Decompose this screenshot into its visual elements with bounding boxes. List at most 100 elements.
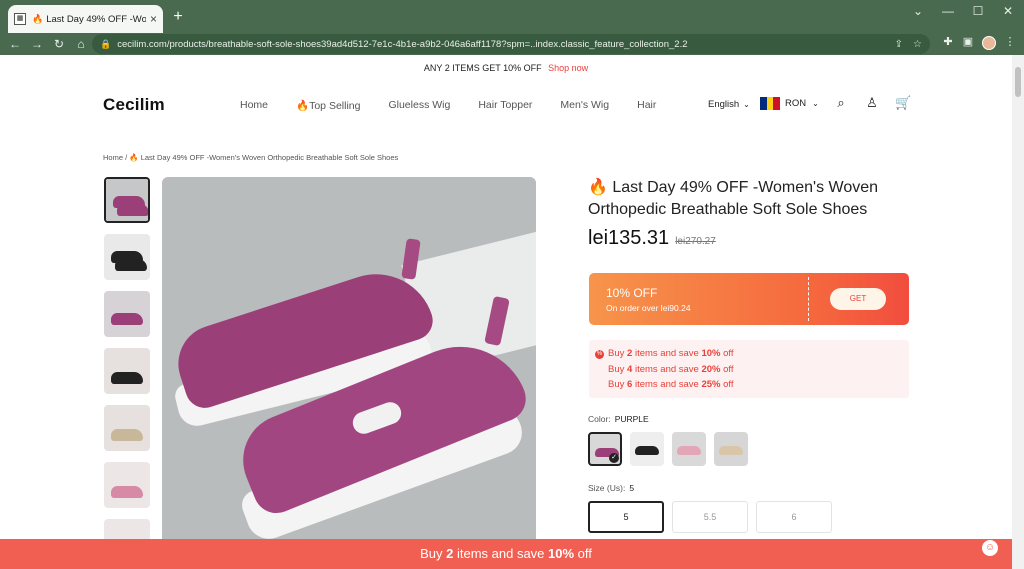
discount-text: items and save xyxy=(632,363,702,375)
banner-text: off xyxy=(574,546,592,561)
main-product-image[interactable] xyxy=(162,177,536,569)
site-favicon-icon: ▦ xyxy=(14,13,26,25)
profile-avatar[interactable] xyxy=(982,36,996,50)
nav-item-mens-wig[interactable]: Men's Wig xyxy=(560,99,609,112)
product-title-text: Last Day 49% OFF -Women's Woven Orthoped… xyxy=(588,179,879,218)
browser-toolbar: ← → ↻ ⌂ 🔒 cecilim.com/products/breathabl… xyxy=(0,33,1024,55)
nav-item-home[interactable]: Home xyxy=(240,99,268,112)
thumbnail-list xyxy=(104,177,150,569)
size-options: 5 5.5 6 xyxy=(588,501,840,533)
announcement-bar: ANY 2 ITEMS GET 10% OFF Shop now xyxy=(0,63,1012,73)
color-swatches: ✓ xyxy=(588,432,756,466)
language-selector[interactable]: English ⌄ xyxy=(708,99,750,110)
discount-badge-icon: % xyxy=(595,350,604,359)
language-label: English xyxy=(708,99,740,110)
site-logo[interactable]: Cecilim xyxy=(103,95,165,115)
web-page: ANY 2 ITEMS GET 10% OFF Shop now Cecilim… xyxy=(0,55,1012,569)
nav-item-hair[interactable]: Hair xyxy=(637,99,656,112)
quantity-discounts: % Buy 2 items and save 10% off Buy 4 item… xyxy=(589,340,909,398)
selected-color: PURPLE xyxy=(614,414,649,424)
scrollbar-thumb[interactable] xyxy=(1015,67,1021,97)
extensions-icon[interactable]: ✚ xyxy=(940,35,956,48)
nav-label: Hair xyxy=(637,99,657,111)
get-coupon-button[interactable]: GET xyxy=(830,288,886,310)
forward-icon[interactable]: → xyxy=(26,37,48,51)
nav-label: Home xyxy=(240,99,269,111)
banner-percent: 10% xyxy=(548,546,575,561)
thumbnail-4[interactable] xyxy=(104,348,150,394)
tab-close-icon[interactable]: × xyxy=(150,12,157,26)
maximize-button[interactable]: ☐ xyxy=(968,4,988,18)
size-option[interactable]: 5.5 xyxy=(672,501,748,533)
nav-item-hair-topper[interactable]: Hair Topper xyxy=(478,99,532,112)
discount-percent: 10% xyxy=(701,348,721,359)
selected-size: 5 xyxy=(629,483,635,493)
size-option[interactable]: 5 xyxy=(588,501,664,533)
new-tab-button[interactable]: + xyxy=(170,8,186,26)
breadcrumb-home[interactable]: Home xyxy=(103,153,123,162)
discount-percent: 20% xyxy=(701,363,721,375)
url-text[interactable]: cecilim.com/products/breathable-soft-sol… xyxy=(117,39,884,50)
bookmark-star-icon[interactable]: ☆ xyxy=(913,39,922,50)
breadcrumb-separator: / xyxy=(125,153,128,162)
thumbnail-2[interactable] xyxy=(104,234,150,280)
size-label-text: Size (Us): xyxy=(588,483,626,493)
size-option[interactable]: 6 xyxy=(756,501,832,533)
discount-text: Buy xyxy=(608,363,628,375)
chevron-down-icon: ⌄ xyxy=(743,100,750,109)
flame-icon: 🔥 xyxy=(32,13,44,24)
discount-text: items and save xyxy=(632,348,702,359)
swatch-beige[interactable] xyxy=(714,432,748,466)
search-icon[interactable]: ⌕ xyxy=(833,95,849,111)
size-option-label: Size (Us): 5 xyxy=(588,483,634,493)
swatch-black[interactable] xyxy=(630,432,664,466)
thumbnail-3[interactable] xyxy=(104,291,150,337)
nav-item-glueless-wig[interactable]: Glueless Wig xyxy=(388,99,450,112)
page-scrollbar[interactable] xyxy=(1012,55,1024,569)
bottom-promo-banner[interactable]: Buy 2 items and save 10% off xyxy=(0,539,1012,569)
discount-text: off xyxy=(720,379,734,390)
close-window-button[interactable]: ✕ xyxy=(998,4,1018,18)
breadcrumb-current: 🔥 Last Day 49% OFF -Women's Woven Orthop… xyxy=(129,153,399,162)
currency-selector[interactable]: RON ⌄ xyxy=(760,97,819,110)
share-icon[interactable]: ⇪ xyxy=(895,39,903,50)
reload-icon[interactable]: ↻ xyxy=(48,37,70,51)
home-icon[interactable]: ⌂ xyxy=(70,37,92,51)
swatch-purple[interactable]: ✓ xyxy=(588,432,622,466)
nav-label: Men's Wig xyxy=(560,99,610,111)
coupon-divider xyxy=(808,277,809,321)
side-panel-icon[interactable]: ▣ xyxy=(960,35,976,48)
minimize-button[interactable]: — xyxy=(938,4,958,18)
breadcrumb: Home / 🔥 Last Day 49% OFF -Women's Woven… xyxy=(103,153,398,162)
thumbnail-1[interactable] xyxy=(104,177,150,223)
tab-title: Last Day 49% OFF -Women's xyxy=(46,13,146,25)
nav-item-top-selling[interactable]: 🔥Top Selling xyxy=(296,99,360,112)
nav-label: Top Selling xyxy=(309,100,361,112)
sale-price: lei135.31 xyxy=(588,227,670,249)
nav-label: Glueless Wig xyxy=(388,99,451,111)
lock-icon: 🔒 xyxy=(100,38,112,49)
announcement-text: ANY 2 ITEMS GET 10% OFF xyxy=(423,63,542,73)
color-label-text: Color: xyxy=(588,414,611,424)
banner-text: items and save xyxy=(453,546,549,561)
currency-label: RON xyxy=(785,98,807,109)
compare-price: lei270.27 xyxy=(675,236,716,247)
discount-line: Buy 6 items and save 25% off xyxy=(595,377,909,393)
browser-tab-strip: ▦ 🔥 Last Day 49% OFF -Women's × + ⌄ — ☐ … xyxy=(0,0,1024,33)
chat-widget-icon[interactable]: ☺ xyxy=(982,540,998,556)
swatch-pink[interactable] xyxy=(672,432,706,466)
address-bar[interactable]: 🔒 cecilim.com/products/breathable-soft-s… xyxy=(92,34,930,54)
back-icon[interactable]: ← xyxy=(4,37,26,51)
tab-search-icon[interactable]: ⌄ xyxy=(908,4,928,18)
checkmark-icon: ✓ xyxy=(609,453,619,463)
browser-tab[interactable]: ▦ 🔥 Last Day 49% OFF -Women's × xyxy=(8,5,163,33)
account-icon[interactable]: ♙ xyxy=(864,95,880,111)
discount-line: Buy 4 items and save 20% off xyxy=(595,362,909,378)
thumbnail-6[interactable] xyxy=(104,462,150,508)
shop-now-link[interactable]: Shop now xyxy=(548,63,588,73)
main-nav: Home 🔥Top Selling Glueless Wig Hair Topp… xyxy=(240,99,684,112)
browser-menu-icon[interactable]: ⋮ xyxy=(1002,35,1018,48)
discount-text: Buy xyxy=(608,379,628,390)
cart-icon[interactable]: 🛒 xyxy=(895,95,911,111)
thumbnail-5[interactable] xyxy=(104,405,150,451)
